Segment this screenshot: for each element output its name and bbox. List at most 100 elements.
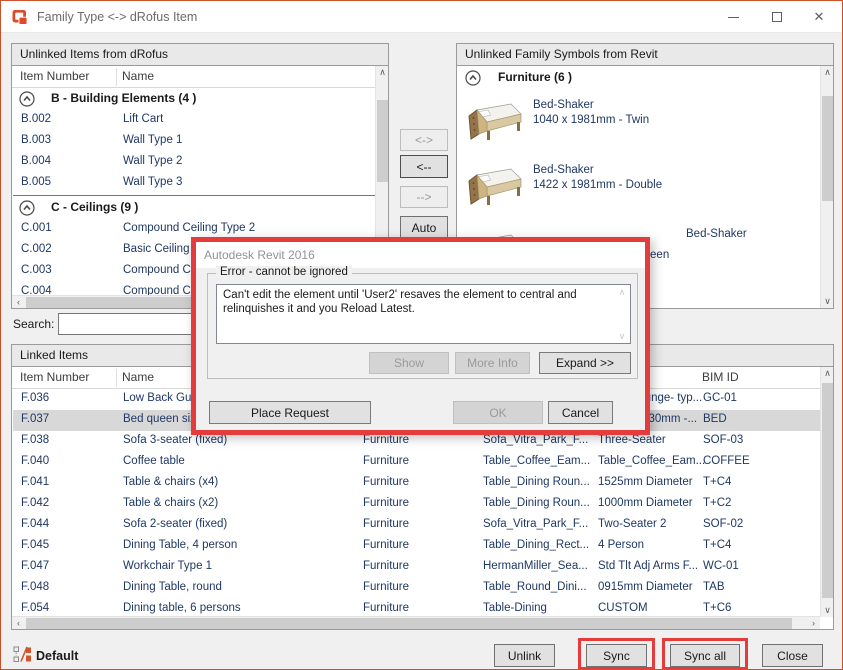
- group-label: B - Building Elements (4 ): [51, 91, 196, 105]
- cell-name: Basic Ceiling T: [123, 243, 200, 255]
- search-label: Search:: [13, 317, 54, 331]
- linked-horizontal-scrollbar[interactable]: ‹ ›: [12, 616, 820, 629]
- error-message-text: Can't edit the element until 'User2' res…: [223, 289, 577, 315]
- group-row[interactable]: B - Building Elements (4 ): [13, 88, 376, 110]
- unlink-button[interactable]: Unlink: [494, 644, 555, 667]
- cell-item-number: B.003: [21, 134, 51, 146]
- profile-name: Default: [36, 649, 78, 663]
- collapse-chevron-icon[interactable]: [19, 91, 35, 107]
- unlinked-drofus-panel-title: Unlinked Items from dRofus: [12, 44, 388, 66]
- column-name[interactable]: Name: [122, 69, 154, 83]
- cell-name: Table & chairs (x4): [123, 476, 218, 488]
- show-button[interactable]: Show: [369, 352, 449, 374]
- table-row[interactable]: F.054Dining table, 6 personsFurnitureTab…: [13, 599, 820, 617]
- sync-button[interactable]: Sync: [586, 644, 647, 667]
- cell-name: Compound Ce: [123, 264, 197, 276]
- scrollbar-thumb[interactable]: [822, 383, 833, 598]
- minimize-button[interactable]: [716, 5, 750, 29]
- column-item-number[interactable]: Item Number: [20, 69, 89, 83]
- table-row[interactable]: F.047Workchair Type 1FurnitureHermanMill…: [13, 557, 820, 578]
- error-groupbox-label: Error - cannot be ignored: [216, 266, 352, 278]
- collapse-chevron-icon[interactable]: [19, 200, 35, 216]
- table-row[interactable]: F.042Table & chairs (x2)FurnitureTable_D…: [13, 494, 820, 515]
- cell-item-number: F.045: [21, 539, 49, 551]
- cell-category: Furniture: [363, 434, 409, 446]
- minimize-icon: [728, 17, 739, 18]
- list-item[interactable]: B.004Wall Type 2: [13, 152, 376, 173]
- cell-name: Sofa 2-seater (fixed): [123, 518, 227, 530]
- title-bar: Family Type <-> dRofus Item ✕: [1, 1, 842, 33]
- scroll-up-icon: ∧: [615, 286, 629, 298]
- expand-button[interactable]: Expand >>: [539, 352, 631, 374]
- cell-family: Table-Dining: [483, 602, 547, 614]
- scroll-up-icon[interactable]: ∧: [821, 66, 834, 79]
- table-row[interactable]: F.040Coffee tableFurnitureTable_Coffee_E…: [13, 452, 820, 473]
- scrollbar-thumb[interactable]: [377, 100, 388, 182]
- scroll-right-icon[interactable]: ›: [807, 617, 820, 630]
- collapse-chevron-icon[interactable]: [465, 70, 481, 86]
- close-button[interactable]: ✕: [802, 5, 836, 29]
- cell-item-number: F.054: [21, 602, 49, 614]
- family-symbol-item[interactable]: Bed-Shaker1040 x 1981mm - Twin: [458, 94, 821, 158]
- cell-bim-id: TAB: [703, 581, 725, 593]
- link-both-button[interactable]: <->: [400, 129, 448, 151]
- list-item[interactable]: B.005Wall Type 3: [13, 173, 376, 194]
- scroll-down-icon[interactable]: ∨: [821, 295, 834, 308]
- cell-name: Sofa 3-seater (fixed): [123, 434, 227, 446]
- cell-name: Compound Ceiling Type 2: [123, 222, 255, 234]
- cell-name: Table & chairs (x2): [123, 497, 218, 509]
- ok-button[interactable]: OK: [453, 401, 543, 424]
- table-row[interactable]: F.048Dining Table, roundFurnitureTable_R…: [13, 578, 820, 599]
- cell-item-number: F.036: [21, 392, 49, 404]
- error-message-box[interactable]: Can't edit the element until 'User2' res…: [216, 284, 631, 344]
- scroll-up-icon[interactable]: ∧: [821, 367, 834, 380]
- table-row[interactable]: F.044Sofa 2-seater (fixed)FurnitureSofa_…: [13, 515, 820, 536]
- scroll-down-icon[interactable]: ∨: [821, 604, 834, 617]
- cell-family: Table_Round_Dini...: [483, 581, 587, 593]
- separator-line: [13, 195, 376, 196]
- column-bim-id[interactable]: BIM ID: [702, 370, 739, 384]
- scroll-left-icon[interactable]: ‹: [12, 296, 25, 309]
- column-name[interactable]: Name: [122, 370, 154, 384]
- list-item[interactable]: B.003 Wall Type 1: [13, 131, 376, 152]
- table-row[interactable]: F.041Table & chairs (x4)FurnitureTable_D…: [13, 473, 820, 494]
- right-vertical-scrollbar[interactable]: ∧ ∨: [820, 66, 833, 308]
- table-row[interactable]: F.045Dining Table, 4 personFurnitureTabl…: [13, 536, 820, 557]
- group-row[interactable]: C - Ceilings (9 ): [13, 197, 376, 219]
- scroll-up-icon[interactable]: ∧: [376, 66, 389, 79]
- furniture-group-label: Furniture (6 ): [498, 70, 572, 84]
- family-symbol-item[interactable]: Bed-Shaker1422 x 1981mm - Double: [458, 159, 821, 223]
- cell-category: Furniture: [363, 560, 409, 572]
- auto-link-button[interactable]: Auto: [400, 216, 448, 239]
- link-left-button[interactable]: <--: [400, 155, 448, 178]
- scrollbar-thumb[interactable]: [26, 618, 792, 629]
- cell-name: Compound C: [123, 285, 191, 295]
- scrollbar-thumb[interactable]: [822, 96, 833, 201]
- sync-all-button[interactable]: Sync all: [670, 644, 740, 667]
- maximize-button[interactable]: [760, 5, 794, 29]
- linked-vertical-scrollbar[interactable]: ∧ ∨: [820, 367, 833, 617]
- dialog-title-bar: Autodesk Revit 2016: [196, 242, 645, 268]
- close-dialog-button[interactable]: Close: [762, 644, 823, 667]
- cell-type: Table_Coffee_Eam...: [598, 455, 705, 467]
- cell-bim-id: COFFEE: [703, 455, 750, 467]
- bed-thumbnail-icon: [465, 166, 523, 212]
- cancel-button[interactable]: Cancel: [548, 401, 613, 424]
- cell-type: 4 Person: [598, 539, 644, 551]
- unlinked-revit-panel-title: Unlinked Family Symbols from Revit: [457, 44, 833, 66]
- drofus-logo-icon: [12, 9, 29, 26]
- list-item[interactable]: B.002Lift Cart: [13, 110, 376, 131]
- cell-category: Furniture: [363, 602, 409, 614]
- column-item-number[interactable]: Item Number: [20, 370, 89, 384]
- cell-item-number: C.002: [21, 243, 52, 255]
- more-info-button[interactable]: More Info: [455, 352, 530, 374]
- cell-type: Std Tlt Adj Arms F...: [598, 560, 698, 572]
- column-divider: [116, 68, 117, 86]
- link-right-button[interactable]: -->: [400, 186, 448, 208]
- cell-name: Wall Type 3: [123, 176, 182, 188]
- cell-name: Workchair Type 1: [123, 560, 212, 572]
- cell-name: Wall Type 1: [123, 134, 182, 146]
- place-request-button[interactable]: Place Request: [209, 401, 371, 424]
- type-name: 1040 x 1981mm - Twin: [533, 114, 649, 126]
- scroll-left-icon[interactable]: ‹: [12, 617, 25, 630]
